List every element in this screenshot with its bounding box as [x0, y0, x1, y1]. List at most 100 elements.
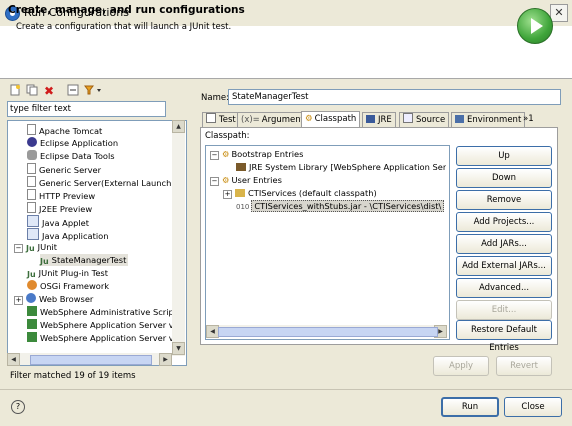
user-entries-icon: ⚙: [222, 175, 230, 185]
config-tree-items: Apache Tomcat Eclipse Application Eclips…: [14, 122, 179, 352]
filter-configs-icon[interactable]: [83, 84, 105, 98]
tree-item-websphere-v6[interactable]: WebSphere Application Server v6: [27, 319, 179, 331]
tab-jre[interactable]: JRE: [362, 112, 396, 127]
help-icon[interactable]: ?: [11, 400, 25, 414]
classpath-hscroll-thumb[interactable]: [218, 327, 438, 337]
scroll-left-icon[interactable]: ◀: [7, 353, 20, 366]
http-icon: [27, 189, 36, 200]
osgi-icon: [27, 280, 37, 290]
classpath-items: − ⚙ Bootstrap Entries JRE System Library […: [208, 148, 446, 228]
tree-item-websphere-admin-script[interactable]: WebSphere Administrative Script: [27, 306, 177, 318]
jre-tab-icon: [366, 115, 375, 123]
tree-item-eclipse-application[interactable]: Eclipse Application: [27, 137, 118, 149]
database-icon: [27, 150, 37, 160]
websphere-icon: [27, 306, 37, 316]
close-button[interactable]: Close: [504, 397, 562, 417]
cp-jre-system-library[interactable]: JRE System Library [WebSphere Applicatio…: [236, 161, 446, 173]
tree-item-junit[interactable]: − Ju JUnit: [14, 241, 57, 253]
websphere-icon: [27, 319, 37, 329]
collapse-user-entries-icon[interactable]: −: [210, 177, 219, 186]
cp-ctiservices-project[interactable]: + CTIServices (default classpath): [223, 187, 377, 199]
expand-ctiservices-icon[interactable]: +: [223, 190, 232, 199]
tree-item-websphere-v7[interactable]: WebSphere Application Server v7: [27, 332, 179, 344]
tab-environment[interactable]: Environment: [451, 112, 526, 127]
tree-item-statemanagertest[interactable]: Ju StateManagerTest: [40, 254, 129, 266]
environment-tab-icon: [455, 115, 464, 123]
run-banner-icon: [517, 8, 553, 44]
test-tab-icon: [206, 113, 216, 123]
bootstrap-entries-icon: ⚙: [222, 149, 230, 159]
tree-item-generic-server-external[interactable]: Generic Server(External Launch): [27, 176, 175, 188]
footer-divider: [0, 389, 572, 390]
scroll-down-icon[interactable]: ▼: [172, 342, 185, 355]
config-name-input[interactable]: StateManagerTest: [228, 89, 561, 105]
globe-icon: [26, 293, 36, 303]
add-projects-button[interactable]: Add Projects...: [456, 212, 552, 232]
cp-bootstrap-entries[interactable]: − ⚙ Bootstrap Entries: [210, 148, 303, 160]
config-toolbar: ✖: [8, 84, 188, 98]
duplicate-config-icon[interactable]: [25, 84, 39, 98]
tree-item-apache-tomcat[interactable]: Apache Tomcat: [27, 124, 102, 136]
collapse-all-icon[interactable]: [66, 84, 80, 98]
eclipse-icon: [27, 137, 37, 147]
tree-item-java-applet[interactable]: Java Applet: [27, 215, 89, 228]
restore-default-entries-button[interactable]: Restore Default Entries: [456, 320, 552, 353]
applet-icon: [27, 215, 39, 227]
filter-status-text: Filter matched 19 of 19 items: [10, 371, 136, 381]
tree-item-junit-plugin-test[interactable]: Ju JUnit Plug-in Test: [27, 267, 108, 279]
junit-icon: Ju: [40, 257, 49, 266]
tree-item-generic-server[interactable]: Generic Server: [27, 163, 101, 175]
classpath-label: Classpath:: [205, 131, 250, 141]
name-label: Name:: [201, 93, 229, 103]
revert-button[interactable]: Revert: [496, 356, 552, 376]
advanced-button[interactable]: Advanced...: [456, 278, 552, 298]
more-tabs-button[interactable]: »1: [520, 112, 537, 126]
project-folder-icon: [235, 189, 245, 197]
j2ee-icon: [27, 202, 36, 213]
collapse-junit-icon[interactable]: −: [14, 244, 23, 253]
junit-plugin-icon: Ju: [27, 270, 36, 279]
header-subtitle: Create a configuration that will launch …: [16, 22, 232, 32]
apply-button[interactable]: Apply: [433, 356, 489, 376]
add-external-jars-button[interactable]: Add External JARs...: [456, 256, 552, 276]
up-button[interactable]: Up: [456, 146, 552, 166]
dialog-header: [0, 26, 572, 79]
websphere-icon: [27, 332, 37, 342]
scroll-up-icon[interactable]: ▲: [172, 120, 185, 133]
cp-user-entries[interactable]: − ⚙ User Entries: [210, 174, 282, 186]
remove-button[interactable]: Remove: [456, 190, 552, 210]
junit-icon: Ju: [26, 244, 35, 253]
server-icon: [27, 163, 36, 174]
run-button[interactable]: Run: [441, 397, 499, 417]
expand-web-browser-icon[interactable]: +: [14, 296, 23, 305]
tree-item-web-browser[interactable]: + Web Browser: [14, 293, 93, 305]
tree-hscroll-thumb[interactable]: [30, 355, 152, 365]
filter-input[interactable]: [7, 101, 166, 117]
java-app-icon: [27, 228, 39, 240]
down-button[interactable]: Down: [456, 168, 552, 188]
server-icon: [27, 176, 36, 187]
tree-item-eclipse-data-tools[interactable]: Eclipse Data Tools: [27, 150, 115, 162]
tab-classpath[interactable]: ⚙ Classpath: [301, 111, 361, 128]
add-jars-button[interactable]: Add JARs...: [456, 234, 552, 254]
tree-item-java-application[interactable]: Java Application: [27, 228, 109, 241]
cp-ctiservices-jar[interactable]: 010 CTIServices_withStubs.jar - \CTIServi…: [236, 200, 445, 212]
new-config-icon[interactable]: [8, 84, 22, 98]
collapse-bootstrap-icon[interactable]: −: [210, 151, 219, 160]
scroll-right-icon[interactable]: ▶: [159, 353, 172, 366]
tree-item-j2ee-preview[interactable]: J2EE Preview: [27, 202, 92, 214]
jar-icon: 010: [236, 203, 250, 211]
tree-vertical-scrollbar[interactable]: ▲ ▼: [172, 120, 185, 356]
close-window-button[interactable]: ✕: [550, 4, 568, 22]
tomcat-icon: [27, 124, 36, 135]
source-tab-icon: [403, 113, 413, 123]
edit-button[interactable]: Edit...: [456, 300, 552, 320]
delete-config-icon[interactable]: ✖: [42, 84, 56, 98]
tree-item-http-preview[interactable]: HTTP Preview: [27, 189, 95, 201]
classpath-tab-icon: ⚙: [305, 114, 313, 124]
tab-source[interactable]: Source: [399, 112, 450, 127]
header-title: Create, manage, and run configurations: [8, 4, 245, 16]
tree-item-osgi-framework[interactable]: OSGi Framework: [27, 280, 109, 292]
library-icon: [236, 163, 246, 171]
tab-test[interactable]: Test: [202, 112, 240, 127]
